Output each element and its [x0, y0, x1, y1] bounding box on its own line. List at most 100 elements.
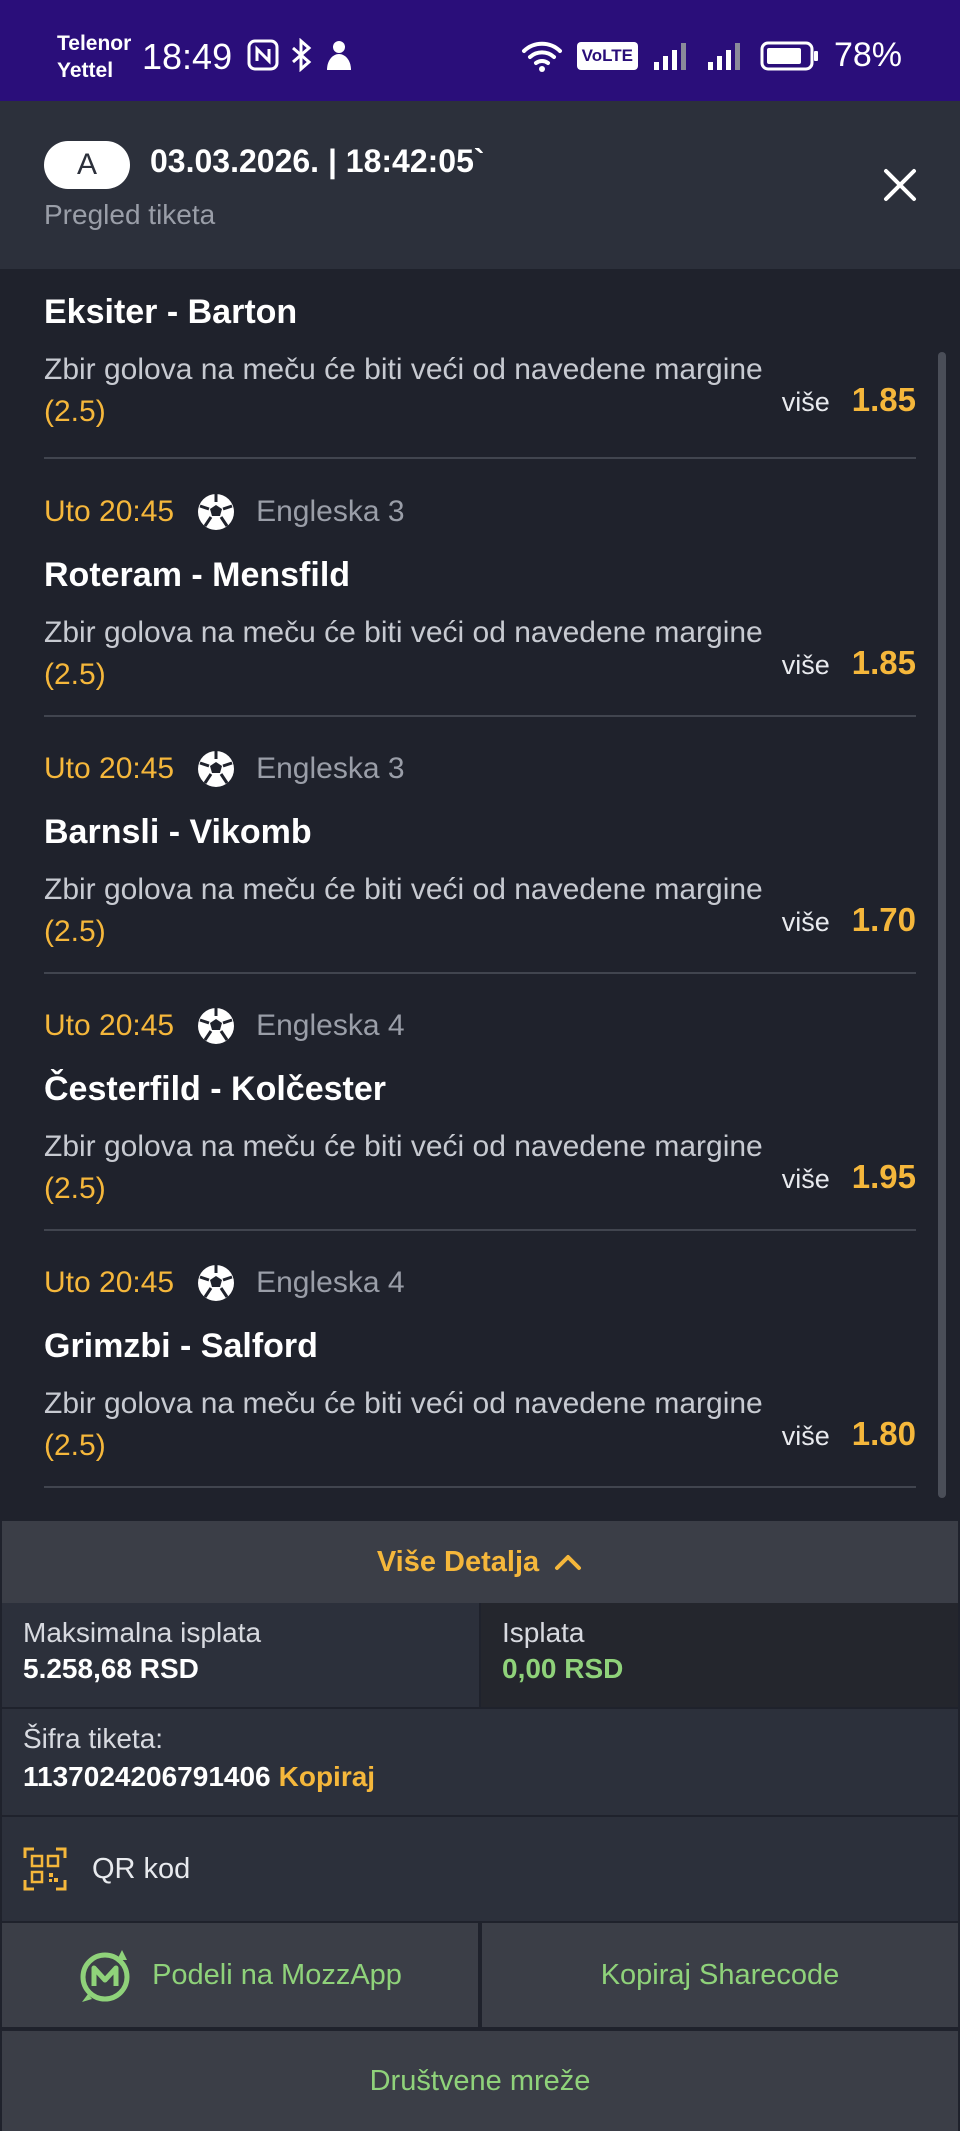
carrier-label: Telenor Yettel [57, 30, 131, 84]
status-clock: 18:49 [142, 36, 233, 77]
divider [44, 1229, 916, 1231]
divider [44, 972, 916, 974]
market-margin: (2.5) [44, 1172, 106, 1205]
pick: više 1.85 [782, 381, 916, 419]
qr-code-button[interactable]: QR kod [2, 1817, 958, 1921]
signal-icon-1 [653, 42, 686, 70]
copy-sharecode-button[interactable]: Kopiraj Sharecode [482, 1923, 958, 2027]
pick: više 1.95 [782, 1158, 916, 1196]
list-item: Uto 20:45 Engleska 3 Barnsli - Vikomb Zb… [44, 749, 916, 953]
list-item: Eksiter - Barton Zbir golova na meču će … [44, 293, 916, 433]
pick-odd: 1.95 [851, 1158, 916, 1195]
ticket-header: A 03.03.2026. | 18:42:05` Pregled tiketa [0, 101, 960, 269]
social-networks-button[interactable]: Društvene mreže [2, 2031, 958, 2131]
max-payout-value: 5.258,68 RSD [23, 1653, 199, 1684]
chevron-up-icon [555, 1555, 582, 1570]
pick-label: više [781, 907, 830, 937]
battery-icon [760, 41, 818, 70]
match-league: Engleska 3 [256, 495, 405, 528]
match-teams: Česterfild - Kolčester [44, 1070, 386, 1108]
match-time: Uto 20:45 [44, 1266, 175, 1299]
match-teams: Grimzbi - Salford [44, 1327, 318, 1365]
match-time: Uto 20:45 [44, 495, 175, 528]
pick-label: više [781, 1421, 830, 1451]
more-details-toggle[interactable]: Više Detalja [2, 1521, 958, 1603]
more-details-label: Više Detalja [376, 1545, 540, 1578]
payout-value: 0,00 RSD [502, 1653, 624, 1684]
market-description: Zbir golova na meču će biti veći od nave… [44, 1126, 764, 1210]
payout-panel: Isplata 0,00 RSD [481, 1603, 958, 1707]
mozzapp-logo-icon [80, 1950, 130, 2002]
match-meta: Uto 20:45 Engleska 4 [44, 1006, 916, 1046]
pick: više 1.70 [782, 901, 916, 939]
match-league: Engleska 4 [256, 1266, 405, 1299]
carrier-line-2: Yettel [57, 59, 114, 82]
pick-odd: 1.85 [851, 644, 916, 681]
pick-odd: 1.70 [851, 901, 916, 938]
ticket-code-value: 1137024206791406 [23, 1761, 271, 1792]
volte-icon: VoLTE [576, 41, 638, 70]
market-description: Zbir golova na meču će biti veći od nave… [44, 869, 764, 953]
pick-label: više [781, 1164, 830, 1194]
max-payout-label: Maksimalna isplata [23, 1617, 262, 1648]
ticket-datetime: 03.03.2026. | 18:42:05` [150, 143, 485, 179]
share-mozzapp-button[interactable]: Podeli na MozzApp [2, 1923, 478, 2027]
match-time: Uto 20:45 [44, 752, 175, 785]
divider [44, 715, 916, 717]
market-margin: (2.5) [44, 658, 106, 691]
payout-label: Isplata [502, 1617, 585, 1648]
list-scrollbar[interactable] [938, 352, 946, 1498]
market-text: Zbir golova na meču će biti veći od nave… [44, 1130, 763, 1163]
pick-odd: 1.80 [851, 1415, 916, 1452]
market-description: Zbir golova na meču će biti veći od nave… [44, 1383, 764, 1467]
soccer-ball-icon [198, 751, 235, 787]
market-text: Zbir golova na meču će biti veći od nave… [44, 616, 763, 649]
match-teams: Barnsli - Vikomb [44, 813, 312, 851]
ticket-code-panel: Šifra tiketa: 1137024206791406 Kopiraj [2, 1709, 958, 1815]
pick: više 1.85 [782, 644, 916, 682]
market-text: Zbir golova na meču će biti veći od nave… [44, 353, 763, 386]
battery-percent: 78% [833, 36, 902, 74]
soccer-ball-icon [198, 1265, 235, 1301]
market-margin: (2.5) [44, 395, 106, 428]
qr-code-label: QR kod [92, 1852, 191, 1885]
status-bar: Telenor Yettel 18:49 VoLTE 78% [0, 0, 960, 101]
wifi-icon [521, 41, 562, 72]
copy-sharecode-label: Kopiraj Sharecode [600, 1958, 840, 1991]
share-row: Podeli na MozzApp Kopiraj Sharecode [2, 1923, 958, 2027]
close-icon[interactable] [876, 161, 924, 209]
match-league: Engleska 3 [256, 752, 405, 785]
social-networks-label: Društvene mreže [369, 2064, 591, 2097]
pick-label: više [781, 650, 830, 680]
nfc-icon [247, 39, 279, 71]
ticket-code-row: 1137024206791406 Kopiraj [23, 1761, 958, 1793]
match-teams: Eksiter - Barton [44, 293, 298, 331]
list-item: Uto 20:45 Engleska 3 Roteram - Mensfild … [44, 492, 916, 696]
match-list[interactable]: Eksiter - Barton Zbir golova na meču će … [0, 269, 960, 1521]
match-time: Uto 20:45 [44, 1009, 175, 1042]
list-item: Uto 20:45 Engleska 4 Grimzbi - Salford Z… [44, 1263, 916, 1467]
notification-app-icon [327, 41, 351, 70]
bluetooth-icon [292, 38, 312, 72]
list-item: Uto 20:45 Engleska 4 Česterfild - Kolčes… [44, 1006, 916, 1210]
qr-code-icon [23, 1847, 67, 1891]
payout-row: Maksimalna isplata 5.258,68 RSD Isplata … [2, 1603, 958, 1707]
match-meta: Uto 20:45 Engleska 3 [44, 749, 916, 789]
status-icons-left [247, 38, 355, 72]
divider [44, 457, 916, 459]
market-description: Zbir golova na meču će biti veći od nave… [44, 349, 764, 433]
avatar: A [44, 141, 130, 189]
market-text: Zbir golova na meču će biti veći od nave… [44, 873, 763, 906]
match-meta: Uto 20:45 Engleska 3 [44, 492, 916, 532]
pick: više 1.80 [782, 1415, 916, 1453]
divider [44, 1486, 916, 1488]
share-mozzapp-label: Podeli na MozzApp [152, 1958, 402, 1991]
status-icons-right: VoLTE 78% [521, 36, 902, 75]
market-margin: (2.5) [44, 1429, 106, 1462]
pick-odd: 1.85 [851, 381, 916, 418]
market-description: Zbir golova na meču će biti veći od nave… [44, 612, 764, 696]
page-title: Pregled tiketa [44, 199, 216, 230]
copy-ticket-code-link[interactable]: Kopiraj [279, 1761, 375, 1792]
match-league: Engleska 4 [256, 1009, 405, 1042]
carrier-line-1: Telenor [57, 32, 132, 55]
